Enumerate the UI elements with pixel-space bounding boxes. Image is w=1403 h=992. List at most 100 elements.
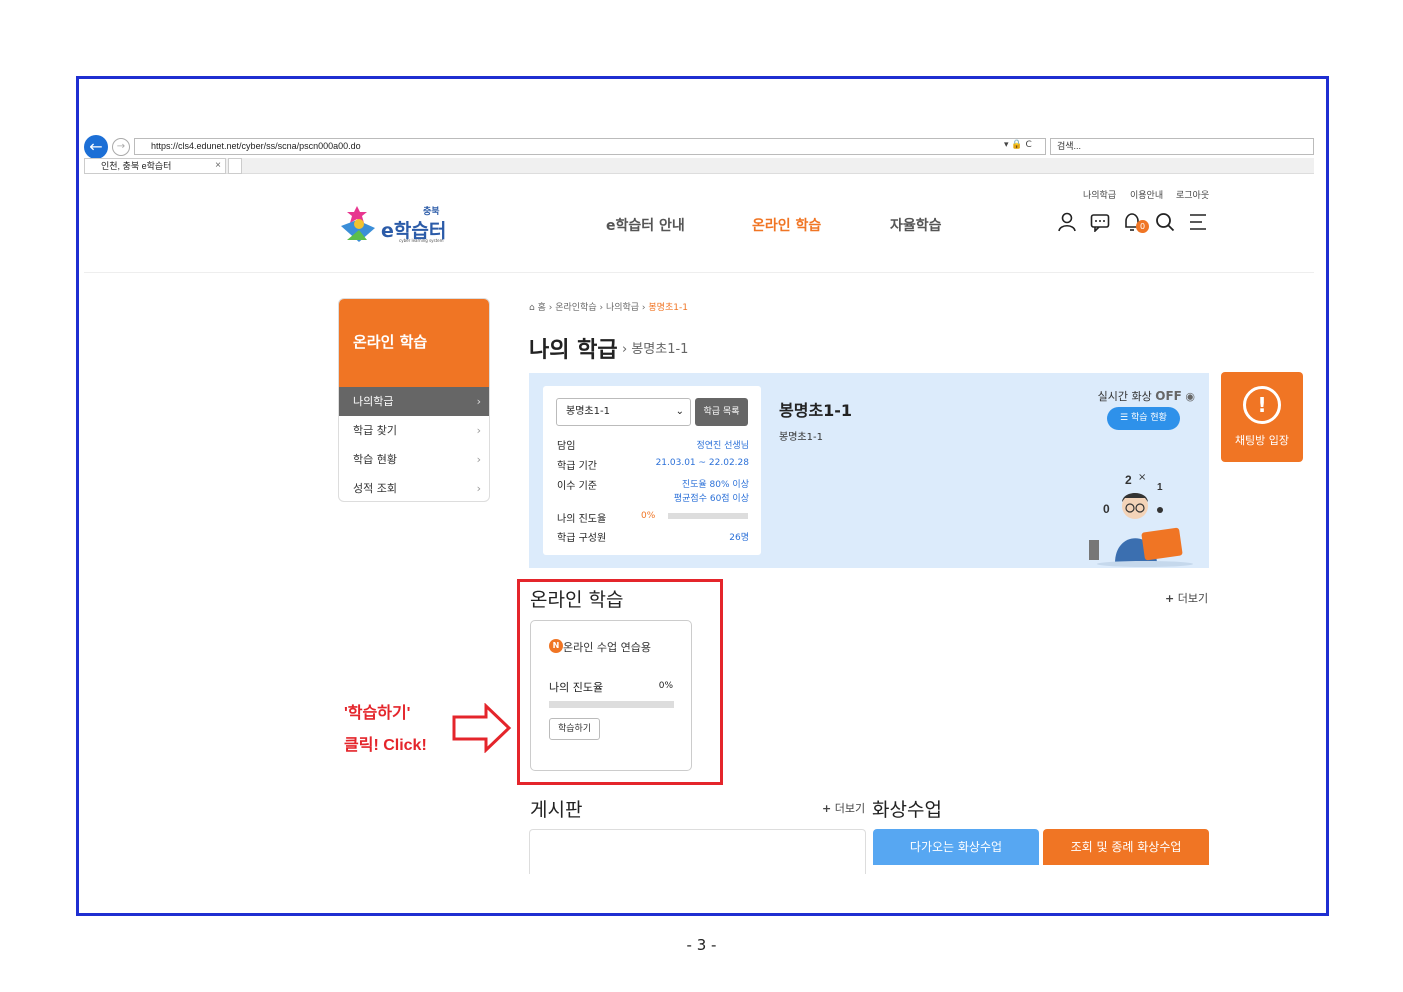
breadcrumb-current: 봉명초1-1 bbox=[648, 303, 688, 313]
chevron-right-icon: › bbox=[476, 395, 481, 408]
svg-text:1: 1 bbox=[1157, 482, 1163, 493]
members-label: 학급 구성원 bbox=[557, 533, 607, 544]
video-class-title: 화상수업 bbox=[872, 799, 942, 821]
util-link-myclass[interactable]: 나의학급 bbox=[1083, 188, 1116, 201]
board-list bbox=[529, 829, 866, 874]
side-menu-label: 나의학급 bbox=[353, 395, 394, 408]
side-menu-label: 학급 찾기 bbox=[353, 424, 397, 437]
page-subtitle: › 봉명초1-1 bbox=[622, 342, 689, 357]
side-menu-item-status[interactable]: 학습 현황 › bbox=[339, 445, 489, 474]
realtime-state: OFF bbox=[1155, 389, 1182, 403]
forward-arrow-icon[interactable]: → bbox=[112, 138, 130, 156]
criteria-value-progress: 진도율 80% 이상 bbox=[681, 480, 749, 490]
period-label: 학급 기간 bbox=[557, 461, 597, 472]
menu-icon[interactable] bbox=[1188, 212, 1208, 232]
svg-text:2: 2 bbox=[1125, 473, 1132, 487]
criteria-label: 이수 기준 bbox=[557, 481, 597, 492]
list-icon: ☰ bbox=[1120, 413, 1131, 423]
side-menu-item-find-class[interactable]: 학급 찾기 › bbox=[339, 416, 489, 445]
browser-tab-bar: 인천, 충북 e학습터 × bbox=[84, 158, 1314, 174]
my-progress-bar bbox=[668, 513, 748, 519]
page-subtitle-text: 봉명초1-1 bbox=[631, 342, 689, 357]
user-icon[interactable] bbox=[1057, 212, 1077, 232]
side-menu-label: 학습 현황 bbox=[353, 453, 397, 466]
side-menu-item-myclass[interactable]: 나의학급 › bbox=[339, 387, 489, 416]
side-menu: 온라인 학습 나의학급 › 학급 찾기 › 학습 현황 › 성적 조회 › bbox=[338, 298, 490, 502]
class-info-panel: 봉명초1-1 ⌄ 학급 목록 담임 정연진 선생님 학급 기간 21.03.01 … bbox=[529, 373, 1209, 568]
nav-online-learning[interactable]: 온라인 학습 bbox=[752, 215, 821, 235]
message-icon[interactable] bbox=[1090, 212, 1110, 232]
side-menu-title: 온라인 학습 bbox=[339, 299, 489, 387]
side-menu-item-grades[interactable]: 성적 조회 › bbox=[339, 474, 489, 501]
browser-tab-title: 인천, 충북 e학습터 bbox=[101, 161, 172, 171]
chat-room-label: 채팅방 입장 bbox=[1234, 434, 1290, 447]
browser-tab[interactable]: 인천, 충북 e학습터 × bbox=[84, 158, 226, 174]
breadcrumb: ⌂ 홈 › 온라인학습 › 나의학급 › 봉명초1-1 bbox=[529, 303, 688, 313]
criteria-value-score: 평균점수 60점 이상 bbox=[673, 494, 749, 504]
chevron-right-icon: › bbox=[476, 453, 481, 466]
tab-upcoming-video[interactable]: 다가오는 화상수업 bbox=[873, 829, 1039, 865]
period-value: 21.03.01 ~ 22.02.28 bbox=[655, 458, 749, 468]
header-divider bbox=[84, 272, 1314, 273]
home-icon[interactable]: ⌂ bbox=[529, 303, 535, 313]
url-tools[interactable]: ▾ 🔒 C bbox=[1004, 140, 1032, 150]
teacher-label: 담임 bbox=[557, 441, 576, 452]
side-menu-label: 성적 조회 bbox=[353, 482, 397, 495]
chevron-down-icon: ⌄ bbox=[675, 406, 684, 417]
online-learning-more-link[interactable]: + 더보기 bbox=[1165, 590, 1208, 606]
breadcrumb-home[interactable]: 홈 bbox=[538, 303, 546, 313]
study-status-label: 학습 현황 bbox=[1130, 413, 1167, 423]
page-title: 나의 학급 bbox=[529, 338, 618, 363]
more-label: 더보기 bbox=[834, 802, 866, 815]
class-select-value: 봉명초1-1 bbox=[566, 406, 610, 417]
annotation-highlight-box bbox=[517, 579, 723, 785]
class-list-button[interactable]: 학급 목록 bbox=[695, 398, 748, 426]
page-number: - 3 - bbox=[686, 936, 717, 954]
board-title: 게시판 bbox=[530, 799, 583, 821]
nav-self-learning[interactable]: 자율학습 bbox=[890, 215, 942, 235]
back-arrow-icon[interactable]: ← bbox=[84, 135, 108, 159]
notification-badge: 0 bbox=[1136, 220, 1149, 233]
class-name: 봉명초1-1 bbox=[779, 401, 853, 420]
new-tab-button[interactable] bbox=[228, 158, 242, 174]
annotation-line-2: 클릭! Click! bbox=[344, 737, 427, 754]
breadcrumb-myclass[interactable]: 나의학급 bbox=[606, 303, 639, 313]
url-field[interactable]: https://cls4.edunet.net/cyber/ss/scna/ps… bbox=[134, 138, 1046, 155]
util-link-guide[interactable]: 이용안내 bbox=[1130, 188, 1163, 201]
logo-mark-icon bbox=[341, 206, 375, 242]
svg-text:×: × bbox=[1138, 472, 1146, 483]
tab-past-video[interactable]: 조회 및 종례 화상수업 bbox=[1043, 829, 1209, 865]
members-value: 26명 bbox=[729, 533, 749, 543]
board-more-link[interactable]: + 더보기 bbox=[822, 800, 865, 816]
realtime-video-status: 실시간 화상 OFF ◉ bbox=[1098, 388, 1195, 404]
radio-dot-icon: ◉ bbox=[1185, 390, 1195, 403]
study-status-button[interactable]: ☰ 학습 현황 bbox=[1107, 407, 1180, 430]
chevron-right-icon: › bbox=[476, 482, 481, 495]
plus-icon: + bbox=[1165, 592, 1175, 605]
chevron-right-icon: › bbox=[476, 424, 481, 437]
realtime-label: 실시간 화상 bbox=[1097, 390, 1152, 403]
search-icon[interactable] bbox=[1155, 212, 1175, 232]
browser-address-bar: ← → https://cls4.edunet.net/cyber/ss/scn… bbox=[84, 135, 1314, 159]
svg-text:0: 0 bbox=[1103, 502, 1110, 516]
nav-guide[interactable]: e학습터 안내 bbox=[606, 215, 685, 235]
browser-search-input[interactable]: 검색... bbox=[1050, 138, 1314, 155]
chat-icon: ! bbox=[1243, 386, 1281, 424]
class-select[interactable]: 봉명초1-1 ⌄ bbox=[556, 398, 691, 426]
my-progress-label: 나의 진도율 bbox=[557, 514, 607, 525]
my-progress-value: 0% bbox=[641, 511, 656, 521]
more-label: 더보기 bbox=[1177, 592, 1209, 605]
class-subname: 봉명초1-1 bbox=[779, 432, 823, 443]
breadcrumb-online[interactable]: 온라인학습 bbox=[555, 303, 596, 313]
arrow-right-icon bbox=[452, 703, 512, 753]
chat-room-button[interactable]: ! 채팅방 입장 bbox=[1221, 372, 1303, 462]
url-text: https://cls4.edunet.net/cyber/ss/scna/ps… bbox=[151, 141, 361, 151]
site-logo[interactable]: 충북 e학습터 cyber learning system bbox=[337, 200, 447, 246]
annotation-line-1: '학습하기' bbox=[344, 705, 411, 722]
logo-sub: cyber learning system bbox=[399, 238, 444, 243]
close-icon[interactable]: × bbox=[215, 159, 221, 173]
util-link-logout[interactable]: 로그아웃 bbox=[1176, 188, 1209, 201]
plus-icon: + bbox=[822, 802, 832, 815]
student-illustration: 2 × 1 0 bbox=[1089, 472, 1193, 567]
class-info-card: 봉명초1-1 ⌄ 학급 목록 담임 정연진 선생님 학급 기간 21.03.01 … bbox=[543, 386, 761, 555]
